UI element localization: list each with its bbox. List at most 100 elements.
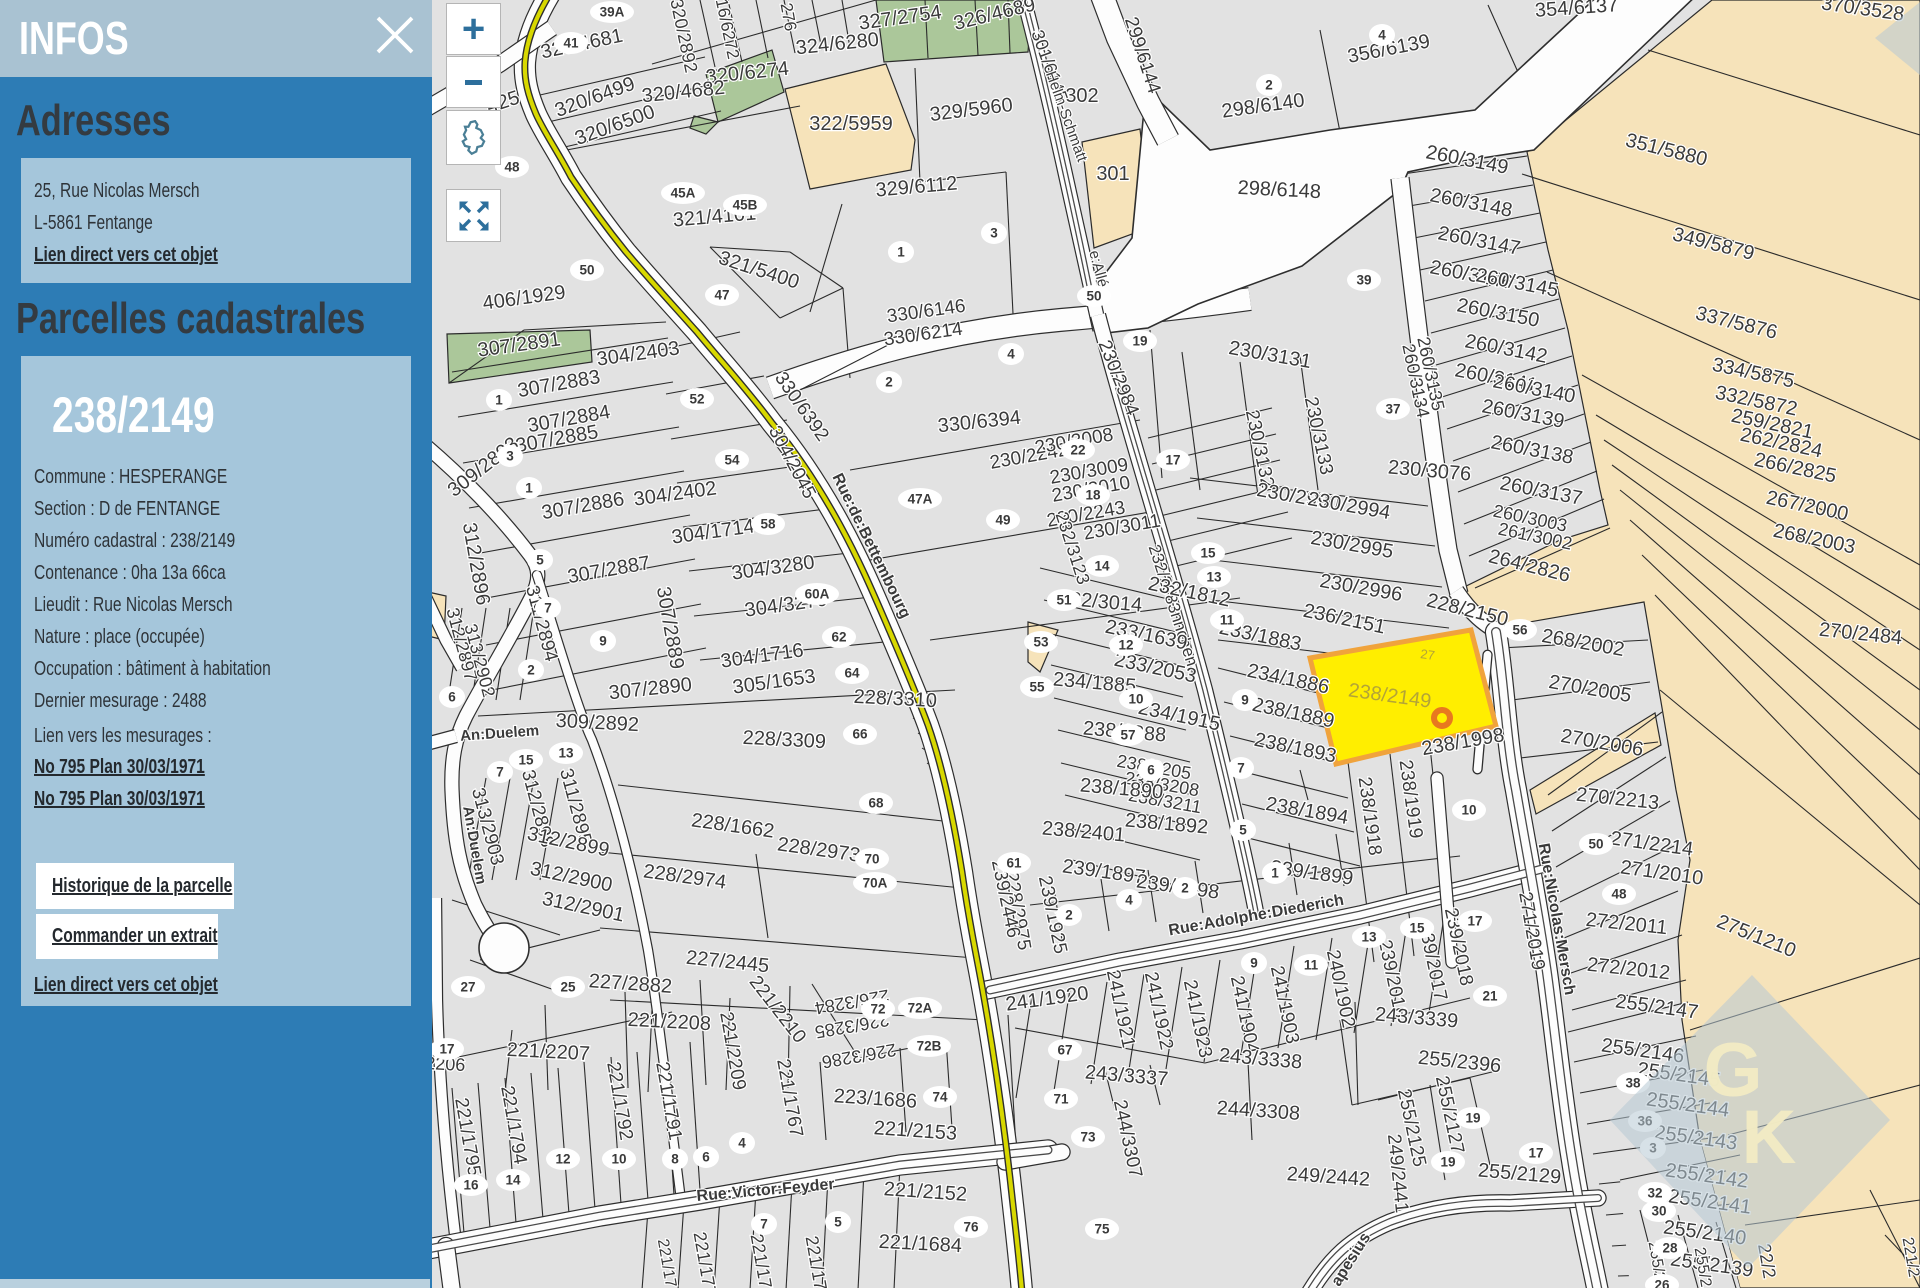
svg-text:70: 70 (864, 852, 879, 867)
svg-text:17: 17 (1467, 914, 1482, 929)
svg-text:3: 3 (506, 449, 514, 464)
svg-text:37: 37 (1385, 402, 1400, 417)
svg-text:322/5959: 322/5959 (809, 113, 892, 135)
svg-text:27: 27 (460, 980, 475, 995)
svg-text:11: 11 (1220, 613, 1235, 628)
svg-text:301: 301 (1096, 163, 1129, 185)
svg-text:10: 10 (1461, 803, 1476, 818)
svg-text:4: 4 (1125, 893, 1133, 908)
svg-text:60A: 60A (805, 587, 830, 602)
svg-text:66: 66 (852, 727, 868, 742)
svg-text:58: 58 (760, 517, 776, 532)
svg-text:9: 9 (1241, 693, 1249, 708)
svg-text:75: 75 (1094, 1222, 1110, 1237)
svg-text:3: 3 (990, 226, 998, 241)
svg-text:47A: 47A (908, 492, 933, 507)
svg-text:7: 7 (544, 601, 552, 616)
svg-text:9: 9 (599, 634, 607, 649)
svg-text:72: 72 (870, 1002, 885, 1017)
svg-text:13: 13 (1361, 930, 1377, 945)
svg-text:1: 1 (525, 481, 533, 496)
svg-text:298/6148: 298/6148 (1237, 177, 1321, 203)
svg-text:32: 32 (1647, 1186, 1662, 1201)
svg-text:48: 48 (504, 160, 520, 175)
svg-text:10: 10 (1128, 692, 1143, 707)
svg-text:17: 17 (1528, 1146, 1543, 1161)
svg-text:27: 27 (1419, 646, 1435, 663)
svg-text:54: 54 (724, 453, 740, 468)
svg-text:6: 6 (702, 1150, 710, 1165)
svg-text:48: 48 (1611, 887, 1627, 902)
svg-text:30: 30 (1651, 1204, 1666, 1219)
svg-text:16: 16 (463, 1178, 479, 1193)
svg-text:7: 7 (760, 1217, 768, 1232)
svg-text:13: 13 (558, 746, 574, 761)
svg-text:4: 4 (1378, 28, 1386, 43)
svg-text:5: 5 (1239, 823, 1247, 838)
svg-text:1: 1 (1271, 866, 1279, 881)
svg-text:221/1684: 221/1684 (878, 1231, 962, 1257)
svg-text:38: 38 (1625, 1076, 1641, 1091)
svg-text:10: 10 (611, 1152, 626, 1167)
svg-text:228/3309: 228/3309 (742, 727, 826, 753)
svg-text:45A: 45A (671, 186, 696, 201)
svg-text:72A: 72A (908, 1001, 933, 1016)
svg-text:39: 39 (1356, 273, 1371, 288)
svg-text:19: 19 (1132, 334, 1147, 349)
svg-text:2: 2 (1181, 881, 1189, 896)
svg-text:21: 21 (1482, 989, 1498, 1004)
svg-text:2: 2 (527, 663, 535, 678)
svg-text:2: 2 (1265, 78, 1273, 93)
svg-text:2: 2 (885, 375, 893, 390)
svg-text:45B: 45B (733, 198, 758, 213)
svg-text:49: 49 (995, 513, 1010, 528)
svg-text:12: 12 (1118, 638, 1133, 653)
svg-text:17: 17 (1165, 453, 1180, 468)
svg-text:51: 51 (1056, 593, 1072, 608)
svg-text:4: 4 (1007, 347, 1015, 362)
svg-text:68: 68 (868, 796, 884, 811)
svg-text:72B: 72B (917, 1039, 942, 1054)
svg-text:22: 22 (1070, 443, 1085, 458)
svg-text:26: 26 (1654, 1278, 1670, 1288)
svg-text:73: 73 (1080, 1130, 1096, 1145)
svg-text:7: 7 (1237, 761, 1245, 776)
svg-text:70A: 70A (863, 876, 888, 891)
svg-text:47: 47 (714, 288, 729, 303)
svg-text:71: 71 (1053, 1092, 1069, 1107)
svg-text:76: 76 (963, 1220, 979, 1235)
svg-text:6: 6 (448, 690, 456, 705)
svg-text:4: 4 (738, 1136, 746, 1151)
svg-text:50: 50 (1086, 289, 1101, 304)
svg-text:62: 62 (831, 630, 846, 645)
svg-text:50: 50 (1588, 837, 1603, 852)
svg-text:5: 5 (834, 1215, 842, 1230)
svg-text:228/3310: 228/3310 (853, 686, 937, 712)
svg-text:8: 8 (671, 1152, 679, 1167)
svg-text:6: 6 (1147, 763, 1155, 778)
svg-text:1: 1 (495, 393, 503, 408)
svg-text:57: 57 (1120, 728, 1135, 743)
svg-text:221/2208: 221/2208 (627, 1009, 711, 1035)
svg-text:56: 56 (1512, 623, 1528, 638)
svg-text:39A: 39A (600, 5, 625, 20)
svg-text:11: 11 (1304, 958, 1319, 973)
svg-text:14: 14 (1094, 559, 1110, 574)
svg-text:18: 18 (1085, 488, 1101, 503)
svg-text:13: 13 (1206, 570, 1222, 585)
svg-text:64: 64 (844, 666, 860, 681)
svg-text:12: 12 (555, 1152, 570, 1167)
svg-text:15: 15 (1200, 546, 1216, 561)
svg-text:5: 5 (536, 553, 544, 568)
svg-text:7: 7 (496, 765, 504, 780)
svg-text:9: 9 (1250, 956, 1258, 971)
svg-text:15: 15 (1409, 921, 1425, 936)
svg-text:15: 15 (518, 753, 534, 768)
svg-text:53: 53 (1033, 635, 1049, 650)
svg-text:61: 61 (1006, 856, 1022, 871)
svg-text:50: 50 (579, 263, 594, 278)
svg-text:67: 67 (1057, 1043, 1072, 1058)
svg-text:K: K (1742, 1095, 1797, 1180)
svg-text:28: 28 (1662, 1241, 1678, 1256)
svg-text:55: 55 (1029, 680, 1045, 695)
